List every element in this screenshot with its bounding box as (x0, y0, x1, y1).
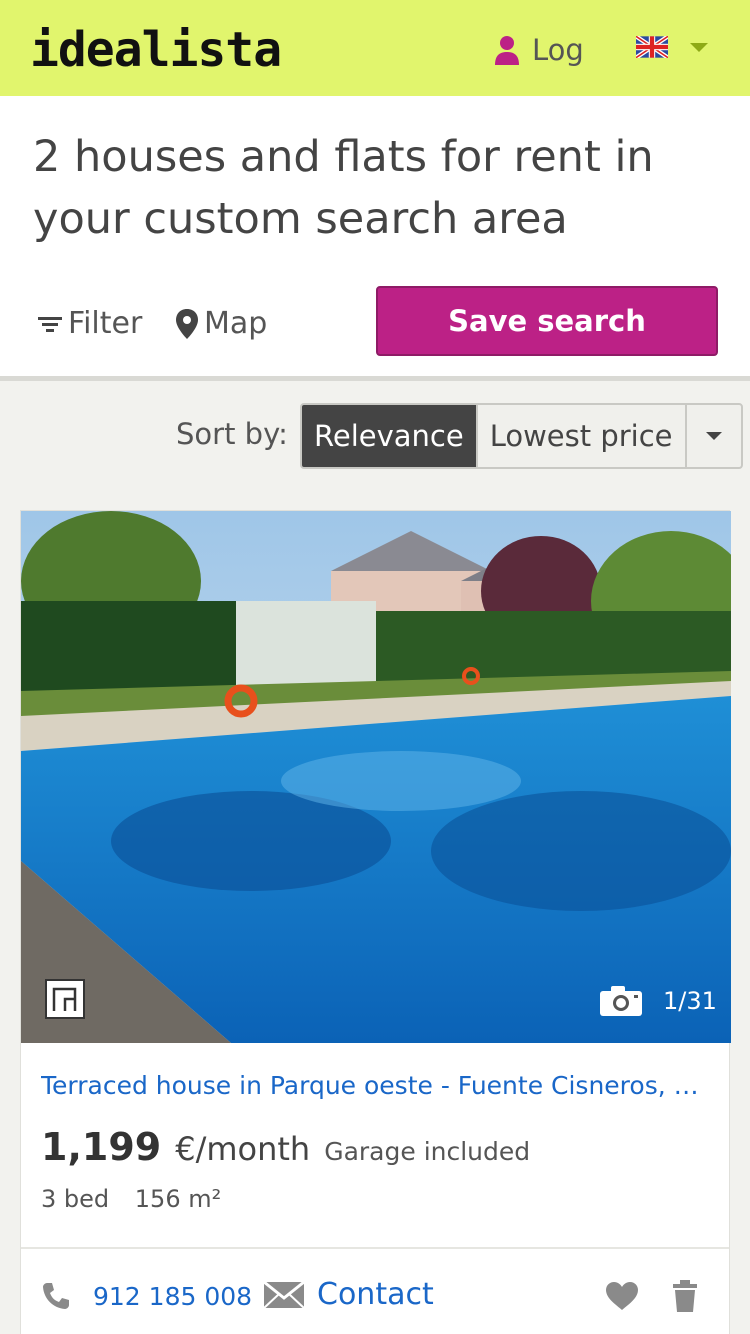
contact-button[interactable]: Contact (263, 1277, 434, 1312)
area: 156 m² (134, 1185, 222, 1213)
bedrooms: 3 bed (41, 1185, 110, 1213)
floorplan-icon[interactable] (45, 979, 85, 1019)
user-icon (495, 36, 519, 65)
listing-price: 1,199 (41, 1125, 162, 1169)
uk-flag-icon (636, 36, 668, 58)
phone-number: 912 185 008 (93, 1281, 253, 1311)
phone-link[interactable]: 912 185 008 (41, 1281, 252, 1311)
section-divider (0, 376, 750, 381)
listing-card: 1/31 Terraced house in Parque oeste - Fu… (20, 510, 731, 1334)
phone-icon (43, 1283, 69, 1309)
filter-label: Filter (68, 306, 143, 341)
card-divider (21, 1247, 729, 1249)
contact-label: Contact (317, 1277, 434, 1312)
sort-option-relevance[interactable]: Relevance (302, 405, 476, 467)
price-row: 1,199 €/month Garage included (41, 1125, 530, 1169)
filter-button[interactable]: Filter (36, 306, 142, 341)
discard-button[interactable] (671, 1279, 699, 1317)
price-unit: €/month (175, 1130, 311, 1168)
listing-title-link[interactable]: Terraced house in Parque oeste - Fuente … (41, 1071, 711, 1100)
envelope-icon (263, 1280, 305, 1309)
sort-option-lowest-price[interactable]: Lowest price (475, 405, 685, 467)
sort-more-dropdown[interactable] (684, 405, 741, 467)
favorite-button[interactable] (605, 1281, 639, 1315)
trash-icon (673, 1280, 697, 1312)
listing-photo[interactable]: 1/31 (21, 511, 731, 1043)
chevron-down-icon (690, 42, 708, 52)
language-selector[interactable] (636, 36, 708, 58)
listing-details: 3 bed 156 m² (41, 1185, 221, 1213)
search-header: 2 houses and flats for rent in your cust… (0, 96, 750, 376)
map-pin-icon (176, 308, 198, 339)
pool-photo-image (21, 511, 731, 1043)
login-link[interactable]: Log (494, 30, 584, 70)
map-label: Map (204, 306, 268, 341)
sort-label: Sort by: (176, 417, 288, 451)
login-label: Log (532, 33, 584, 67)
page-title: 2 houses and flats for rent in your cust… (33, 132, 654, 244)
idealista-logo[interactable]: idealista (30, 22, 282, 78)
top-bar: idealista Log (0, 0, 750, 96)
map-button[interactable]: Map (174, 306, 267, 341)
garage-tag: Garage included (324, 1137, 531, 1166)
chevron-down-icon (705, 432, 722, 440)
photo-counter: 1/31 (599, 985, 717, 1017)
sort-selector: Relevance Lowest price (300, 403, 743, 469)
camera-icon (600, 986, 642, 1016)
save-search-button[interactable]: Save search (376, 286, 718, 356)
heart-icon (606, 1282, 638, 1310)
filter-icon (38, 316, 62, 332)
photo-counter-text: 1/31 (663, 987, 717, 1015)
